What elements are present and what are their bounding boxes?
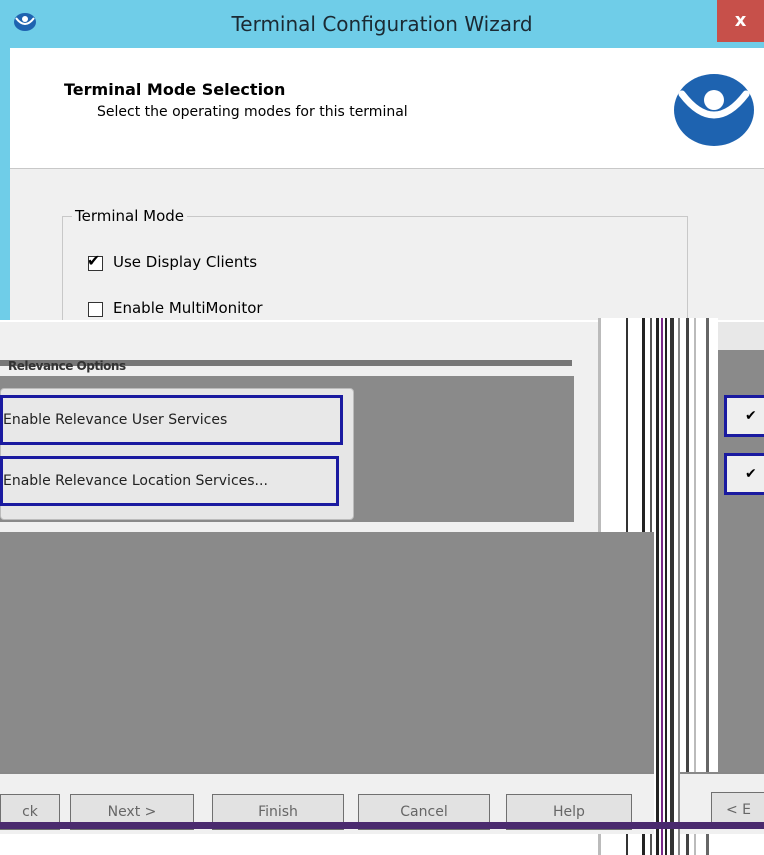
checkmark-icon: ✔ (87, 251, 101, 270)
enable-multimonitor-checkbox[interactable] (88, 302, 103, 317)
glitch-bottom-line (0, 822, 764, 829)
checkmark-icon: ✔ (745, 408, 757, 424)
page-subtitle: Select the operating modes for this term… (97, 104, 408, 120)
window-left-border (0, 48, 10, 328)
terminal-mode-group-label: Terminal Mode (72, 207, 188, 225)
window-title: Terminal Configuration Wizard (231, 12, 533, 36)
use-display-clients-label[interactable]: Use Display Clients (113, 253, 257, 271)
page-title: Terminal Mode Selection (64, 80, 286, 99)
checkmark-icon: ✔ (745, 466, 757, 482)
enable-relevance-user-services-button[interactable]: Enable Relevance User Services (0, 395, 343, 445)
glitch-right-checkbox-1[interactable] (724, 395, 764, 437)
enable-multimonitor-label[interactable]: Enable MultiMonitor (113, 299, 263, 317)
close-button[interactable]: x (717, 0, 764, 42)
glitch-right-gray (718, 322, 764, 772)
enable-relevance-location-services-button[interactable]: Enable Relevance Location Services... (0, 456, 339, 506)
thinmanager-logo-icon (672, 72, 756, 148)
glitch-right-header (718, 322, 764, 350)
glitch-gray-block (0, 532, 654, 772)
glitch-right-checkbox-2[interactable] (724, 453, 764, 495)
glitch-section-label: Relevance Options (8, 359, 126, 373)
